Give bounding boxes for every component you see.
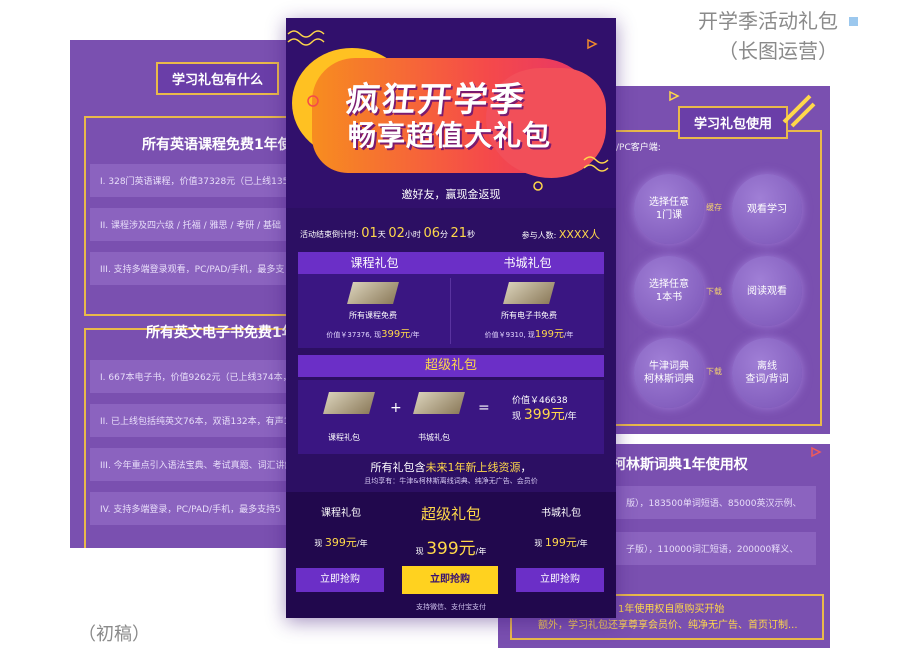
payment-note: 支持微信、支付宝支付 [416, 603, 486, 611]
bubble-watch: 观看学习 [732, 174, 802, 244]
list-item: I. 667本电子书，价值9262元（已上线374本， [90, 360, 300, 393]
countdown-hours: 02 [388, 226, 405, 241]
gift-card-course[interactable]: 所有课程免费 价值￥37376, 现399元/年 [298, 278, 448, 348]
client-label: /PC客户端: [616, 143, 661, 153]
book-column: 书城礼包 现 199元/年 [534, 508, 588, 549]
triangle-icon [587, 38, 598, 50]
countdown: 活动结束倒计时: 01天 02小时 06分 21秒 [300, 226, 476, 241]
purchase-bar: 课程礼包 现 399元/年 超级礼包 现 399元/年 书城礼包 现 199元/… [286, 492, 616, 618]
countdown-minutes: 06 [423, 226, 440, 241]
invite-text: 邀好友，赢现金返现 [401, 188, 501, 201]
buy-super-button[interactable]: 立即抢购 [402, 566, 498, 594]
super-value: 价值￥46638 现 399元/年 [512, 396, 577, 423]
course-column: 课程礼包 现 399元/年 [314, 508, 368, 549]
countdown-days: 01 [361, 226, 378, 241]
footer-note: 额外，学习礼包还享尊享会员价、纯净无广告、首页订制... [538, 620, 798, 631]
super-column: 超级礼包 现 399元/年 [415, 505, 487, 559]
list-item: 子版），110000词汇短语，200000释义、 [616, 532, 816, 565]
panel-badge: 学习礼包有什么 [156, 62, 280, 95]
arrow-label: 下载 [706, 367, 722, 376]
list-item: III. 支持多端登录观看，PC/PAD/手机，最多支 [90, 252, 300, 285]
circle-icon [307, 95, 319, 107]
wave-icon [287, 30, 325, 46]
participants: 参与人数: XXXX人 [521, 228, 600, 241]
promo-phone: 疯狂开学季 畅享超值大礼包 邀好友，赢现金返现 活动结束倒计时: 01天 02小… [286, 18, 616, 618]
wave-icon [583, 156, 609, 172]
book-image [503, 282, 555, 304]
bubble-dictionary: 牛津词典 柯林斯词典 [634, 338, 704, 408]
section-title: 所有英语课程免费1年使 [142, 137, 292, 153]
divider [450, 278, 451, 344]
stripes-icon [782, 94, 816, 128]
book-image [413, 392, 465, 414]
page-title: 开学季活动礼包 [698, 9, 838, 33]
course-image [347, 282, 399, 304]
footer-note: 1年使用权自愿购买开始 [618, 604, 725, 615]
square-icon [849, 17, 858, 26]
left-panel: 学习礼包有什么 所有英语课程免费1年使 I. 328门英语课程，价值37328元… [70, 40, 300, 548]
gift-head-book: 书城礼包 [451, 252, 604, 274]
buy-course-button[interactable]: 立即抢购 [296, 568, 384, 592]
list-item: IV. 支持多端登录，PC/PAD/手机，最多支持5 [90, 492, 300, 525]
super-head: 超级礼包 [298, 355, 604, 377]
section-title: 柯林斯词典1年使用权 [612, 457, 748, 473]
arrow-label: 缓存 [706, 203, 722, 212]
panel-badge: 学习礼包使用 [678, 106, 789, 139]
buy-book-button[interactable]: 立即抢购 [516, 568, 604, 592]
countdown-seconds: 21 [450, 226, 468, 241]
list-item: 版），183500单词短语、85000英汉示例、 [616, 486, 816, 519]
arrow-label: 下载 [706, 287, 722, 296]
gift-head-course: 课程礼包 [298, 252, 451, 274]
triangle-icon [811, 446, 822, 458]
draft-label: （初稿） [78, 624, 150, 645]
enjoy-line: 且均享有：牛津&柯林斯离线词典、纯净无广告、会员价 [364, 477, 538, 485]
gift-card-book[interactable]: 所有电子书免费 价值￥9310, 现199元/年 [454, 278, 604, 348]
section-title: 所有英文电子书免费1年使 [146, 325, 300, 341]
all-line: 所有礼包含未来1年新上线资源， [370, 461, 532, 474]
list-item: III. 今年重点引入语法宝典、考试真题、词汇讲解 [90, 448, 300, 481]
gift-grid: 课程礼包 书城礼包 所有课程免费 价值￥37376, 现399元/年 所有电子书… [298, 252, 604, 348]
corner-title: 开学季活动礼包 （长图运营） [698, 6, 858, 66]
bubble-offline: 离线 查词/背词 [732, 338, 802, 408]
triangle-icon [669, 90, 680, 102]
list-item: I. 328门英语课程，价值37328元（已上线135门 [90, 164, 300, 197]
bubble-choose-course: 选择任意 1门课 [634, 174, 704, 244]
course-image [323, 392, 375, 414]
page-subtitle: （长图运营） [718, 39, 838, 63]
bubble-choose-book: 选择任意 1本书 [634, 256, 704, 326]
hero-banner: 疯狂开学季 畅享超值大礼包 邀好友，赢现金返现 [286, 18, 616, 208]
list-item: II. 课程涉及四六级 / 托福 / 雅思 / 考研 / 基础 [90, 208, 300, 241]
super-bundle: 课程礼包 + 书城礼包 = 价值￥46638 现 399元/年 [298, 380, 604, 454]
sub-headline: 畅享超值大礼包 [348, 119, 552, 152]
bubble-read: 阅读观看 [732, 256, 802, 326]
list-item: II. 已上线包括纯英文76本，双语132本，有声15 [90, 404, 300, 437]
